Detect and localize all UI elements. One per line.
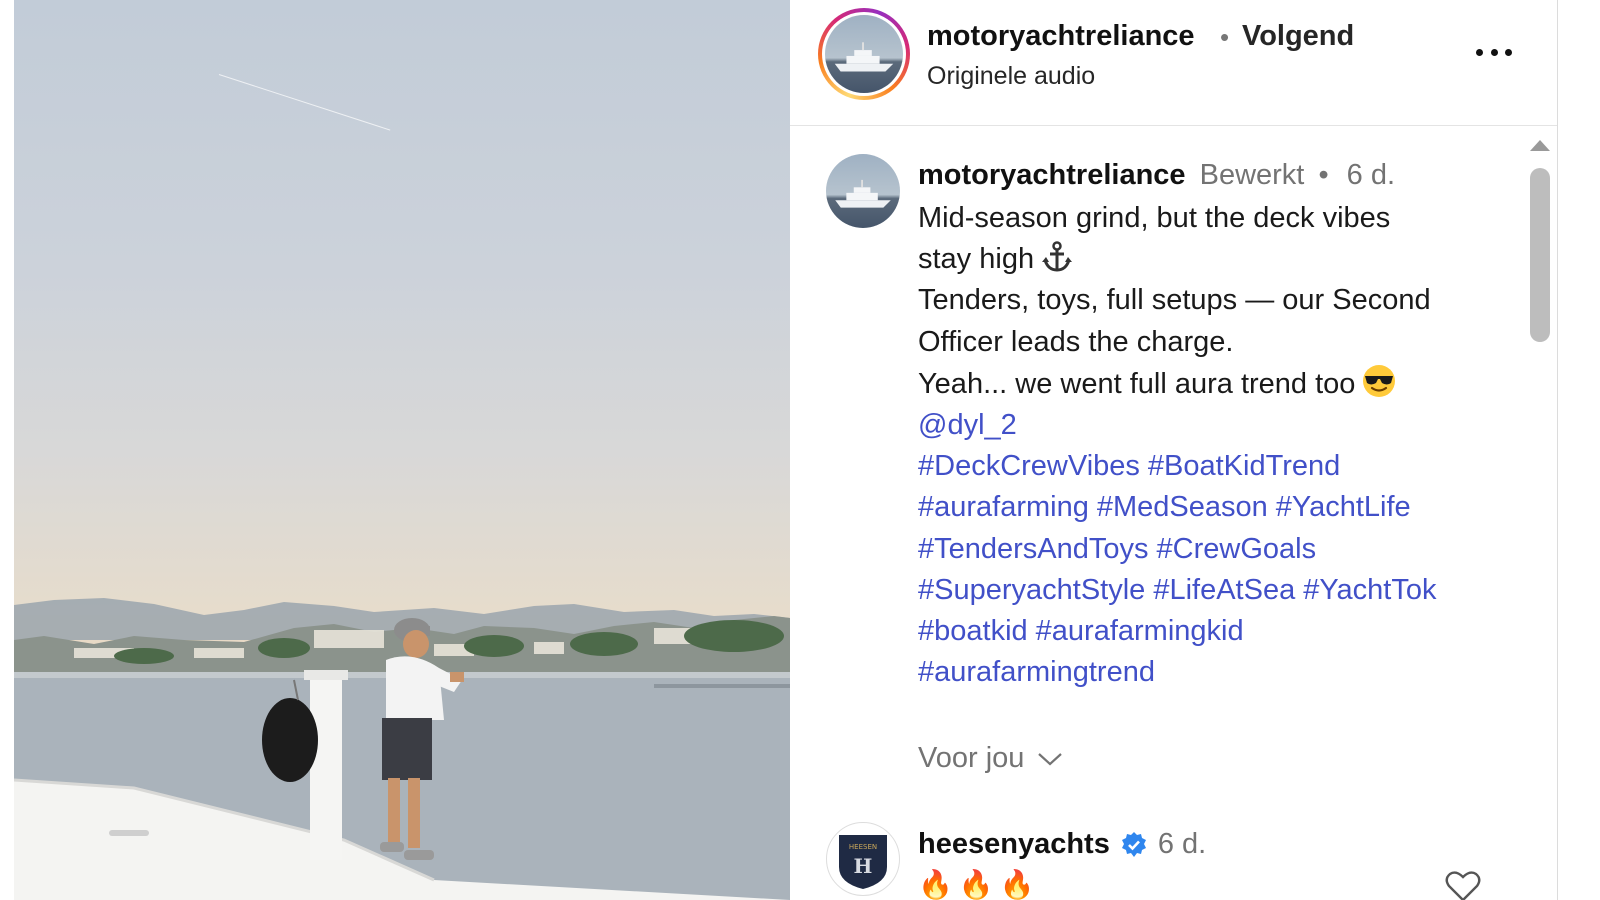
heesen-logo-icon: HEESEN H — [839, 835, 887, 889]
mention-link[interactable]: @dyl_2 — [918, 409, 1017, 441]
comment-text: 🔥🔥🔥 — [918, 869, 1041, 900]
hashtag-line: #aurafarmingtrend — [918, 652, 1508, 693]
comment-username[interactable]: heesenyachts — [918, 828, 1110, 861]
panel-edge — [1557, 0, 1558, 900]
audio-link[interactable]: Originele audio — [927, 62, 1095, 91]
caption-avatar[interactable] — [826, 154, 900, 228]
hashtag-line: #TendersAndToys #CrewGoals — [918, 529, 1508, 570]
for-you-dropdown[interactable]: Voor jou — [918, 742, 1064, 775]
video-scene — [14, 598, 790, 900]
post-header: motoryachtreliance • Volgend Originele a… — [790, 0, 1558, 126]
caption-separator: • — [1318, 159, 1329, 191]
scrollbar-thumb[interactable] — [1530, 168, 1550, 342]
post-side-panel: motoryachtreliance • Volgend Originele a… — [790, 0, 1560, 900]
more-options-button[interactable] — [1472, 38, 1516, 66]
hashtag-line: #SuperyachtStyle #LifeAtSea #YachtTok — [918, 570, 1508, 611]
chevron-down-icon — [1038, 752, 1063, 765]
hashtag-line: #boatkid #aurafarmingkid — [918, 611, 1508, 652]
caption-line: Officer leads the charge. — [918, 325, 1234, 358]
story-ring-avatar[interactable] — [818, 8, 910, 100]
hashtag-link[interactable]: #aurafarming — [918, 491, 1089, 523]
hashtag-link[interactable]: #YachtTok — [1303, 574, 1436, 606]
hashtag-link[interactable]: #LifeAtSea — [1153, 574, 1295, 606]
caption-line: stay high — [918, 243, 1035, 276]
header-username[interactable]: motoryachtreliance — [927, 20, 1195, 53]
caption-line-with-emoji: stay high — [918, 239, 1508, 280]
caption-line-with-emoji: Yeah... we went full aura trend too — [918, 363, 1508, 405]
yacht-icon — [835, 179, 891, 208]
hashtag-link[interactable]: #aurafarmingtrend — [918, 656, 1155, 688]
scroll-up-arrow[interactable] — [1530, 140, 1550, 151]
hashtag-link[interactable]: #SuperyachtStyle — [918, 574, 1145, 606]
heart-icon[interactable] — [1445, 870, 1481, 900]
hashtag-link[interactable]: #aurafarmingkid — [1036, 615, 1244, 647]
reel-video[interactable] — [14, 0, 790, 900]
more-dot — [1505, 48, 1512, 56]
hashtag-link[interactable]: #DeckCrewVibes — [918, 450, 1140, 482]
comment-header: heesenyachts 6 d. — [918, 828, 1206, 861]
hashtag-line: #DeckCrewVibes #BoatKidTrend — [918, 446, 1508, 487]
header-separator: • — [1220, 22, 1230, 52]
anchor-icon — [1042, 241, 1073, 272]
hashtag-link[interactable]: #MedSeason — [1097, 491, 1268, 523]
svg-text:H: H — [854, 854, 873, 878]
caption-line: Tenders, toys, full setups — our Second — [918, 284, 1431, 317]
yacht-icon — [834, 42, 894, 72]
caption-text: Mid-season grind, but the deck vibes sta… — [918, 198, 1508, 693]
more-dot — [1490, 48, 1498, 56]
avatar — [825, 15, 903, 93]
svg-text:HEESEN: HEESEN — [849, 843, 877, 851]
caption-username[interactable]: motoryachtreliance — [918, 159, 1186, 191]
hashtag-line: #aurafarming #MedSeason #YachtLife — [918, 487, 1508, 528]
hashtag-link[interactable]: #boatkid — [918, 615, 1028, 647]
verified-badge-icon — [1121, 831, 1146, 857]
hashtag-link[interactable]: #YachtLife — [1276, 491, 1411, 523]
comment-time: 6 d. — [1157, 828, 1207, 860]
edited-label: Bewerkt — [1199, 159, 1305, 191]
caption-line-mention: @dyl_2 — [918, 405, 1508, 446]
hashtag-link[interactable]: #BoatKidTrend — [1148, 450, 1340, 482]
sunglasses-face-icon — [1363, 364, 1396, 397]
for-you-label: Voor jou — [918, 742, 1025, 774]
hashtag-link[interactable]: #TendersAndToys — [918, 533, 1149, 565]
hashtag-link[interactable]: #CrewGoals — [1157, 533, 1317, 565]
caption-line: Mid-season grind, but the deck vibes — [918, 202, 1391, 234]
caption-header: motoryachtreliance Bewerkt • 6 d. — [918, 159, 1395, 192]
following-button[interactable]: Volgend — [1242, 20, 1354, 53]
caption-line: Yeah... we went full aura trend too — [918, 367, 1356, 400]
more-horizontal-icon — [1476, 48, 1483, 56]
caption-time[interactable]: 6 d. — [1347, 159, 1395, 191]
comment-avatar[interactable]: HEESEN H — [826, 822, 900, 896]
